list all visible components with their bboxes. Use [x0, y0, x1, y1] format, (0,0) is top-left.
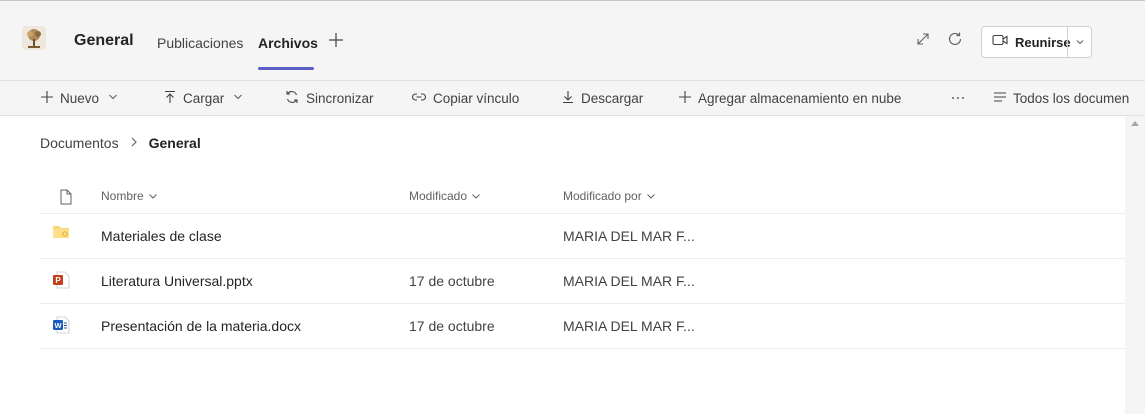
top-divider: [0, 0, 1145, 1]
word-icon: W: [52, 316, 70, 334]
new-button-label: Nuevo: [60, 90, 100, 106]
breadcrumb-current: General: [148, 135, 201, 151]
table-row[interactable]: P Literatura Universal.pptx 17 de octubr…: [40, 259, 1125, 304]
upload-button-label: Cargar: [183, 90, 225, 106]
meet-button-divider: [1067, 27, 1068, 57]
chevron-down-icon: [107, 91, 119, 106]
sync-button[interactable]: Sincronizar: [284, 81, 374, 115]
chevron-down-icon: [148, 194, 157, 199]
sync-icon: [284, 89, 300, 108]
powerpoint-icon: P: [52, 271, 70, 289]
chevron-down-icon: [646, 194, 655, 199]
scroll-up-arrow-icon[interactable]: [1131, 121, 1139, 126]
copy-link-button[interactable]: Copiar vínculo: [411, 81, 519, 115]
column-header-modified-label: Modificado: [409, 189, 468, 203]
copy-link-button-label: Copiar vínculo: [433, 90, 520, 106]
add-cloud-storage-label: Agregar almacenamiento en nube: [698, 90, 902, 106]
chevron-down-icon: [232, 91, 244, 106]
file-name[interactable]: Presentación de la materia.docx: [101, 318, 301, 334]
command-bar: Nuevo Cargar Sincronizar Copiar vínculo …: [0, 80, 1145, 116]
file-modified: 17 de octubre: [409, 318, 495, 334]
lines-icon: [993, 91, 1007, 106]
vertical-scrollbar[interactable]: [1125, 116, 1145, 414]
add-tab-icon[interactable]: [328, 30, 344, 52]
breadcrumb-root[interactable]: Documentos: [40, 135, 119, 151]
download-button[interactable]: Descargar: [561, 81, 643, 115]
meet-button-label: Reunirse: [1015, 34, 1071, 50]
file-name[interactable]: Literatura Universal.pptx: [101, 273, 253, 289]
file-modified: 17 de octubre: [409, 273, 495, 289]
more-options-icon[interactable]: [951, 81, 965, 115]
list-header: Nombre Modificado Modificado por: [40, 180, 1125, 214]
plus-icon: [678, 90, 692, 107]
download-button-label: Descargar: [581, 90, 644, 106]
team-logo-icon[interactable]: [22, 26, 46, 50]
link-icon: [411, 90, 427, 107]
table-row[interactable]: Materiales de clase MARIA DEL MAR F...: [40, 214, 1125, 259]
view-switcher-label: Todos los documen: [1013, 90, 1130, 106]
plus-icon: [40, 90, 54, 107]
file-modified-by: MARIA DEL MAR F...: [563, 228, 695, 244]
table-row[interactable]: W Presentación de la materia.docx 17 de …: [40, 304, 1125, 349]
file-modified-by: MARIA DEL MAR F...: [563, 273, 695, 289]
chevron-down-icon[interactable]: [1074, 35, 1086, 47]
upload-icon: [163, 90, 177, 107]
chevron-down-icon: [472, 194, 480, 199]
upload-button[interactable]: Cargar: [163, 81, 244, 115]
expand-icon[interactable]: [914, 30, 934, 50]
new-button[interactable]: Nuevo: [40, 81, 119, 115]
meet-now-button[interactable]: Reunirse: [982, 27, 1071, 57]
meet-button[interactable]: Reunirse: [981, 26, 1092, 58]
chevron-right-icon: [129, 135, 139, 151]
add-cloud-storage-button[interactable]: Agregar almacenamiento en nube: [678, 81, 901, 115]
column-header-modified-by[interactable]: Modificado por: [563, 189, 656, 203]
active-tab-indicator: [258, 67, 314, 70]
tab-archivos[interactable]: Archivos: [258, 35, 318, 51]
download-icon: [561, 90, 575, 107]
channel-title: General: [74, 32, 134, 49]
tab-publicaciones[interactable]: Publicaciones: [157, 35, 243, 51]
column-header-modified[interactable]: Modificado: [409, 189, 481, 203]
breadcrumb: Documentos General: [40, 135, 201, 151]
file-type-header-icon[interactable]: [60, 189, 72, 210]
sync-button-label: Sincronizar: [306, 90, 374, 106]
svg-text:P: P: [55, 276, 61, 285]
column-header-name-label: Nombre: [101, 189, 144, 203]
folder-icon: [52, 224, 70, 242]
refresh-icon[interactable]: [946, 30, 966, 50]
svg-text:W: W: [54, 321, 62, 330]
column-header-modified-by-label: Modificado por: [563, 189, 642, 203]
file-modified-by: MARIA DEL MAR F...: [563, 318, 695, 334]
file-name[interactable]: Materiales de clase: [101, 228, 222, 244]
video-camera-icon: [992, 33, 1008, 52]
column-header-name[interactable]: Nombre: [101, 189, 158, 203]
view-switcher-button[interactable]: Todos los documen: [993, 81, 1129, 115]
channel-header: General Publicaciones Archivos Reunirse: [0, 0, 1145, 80]
